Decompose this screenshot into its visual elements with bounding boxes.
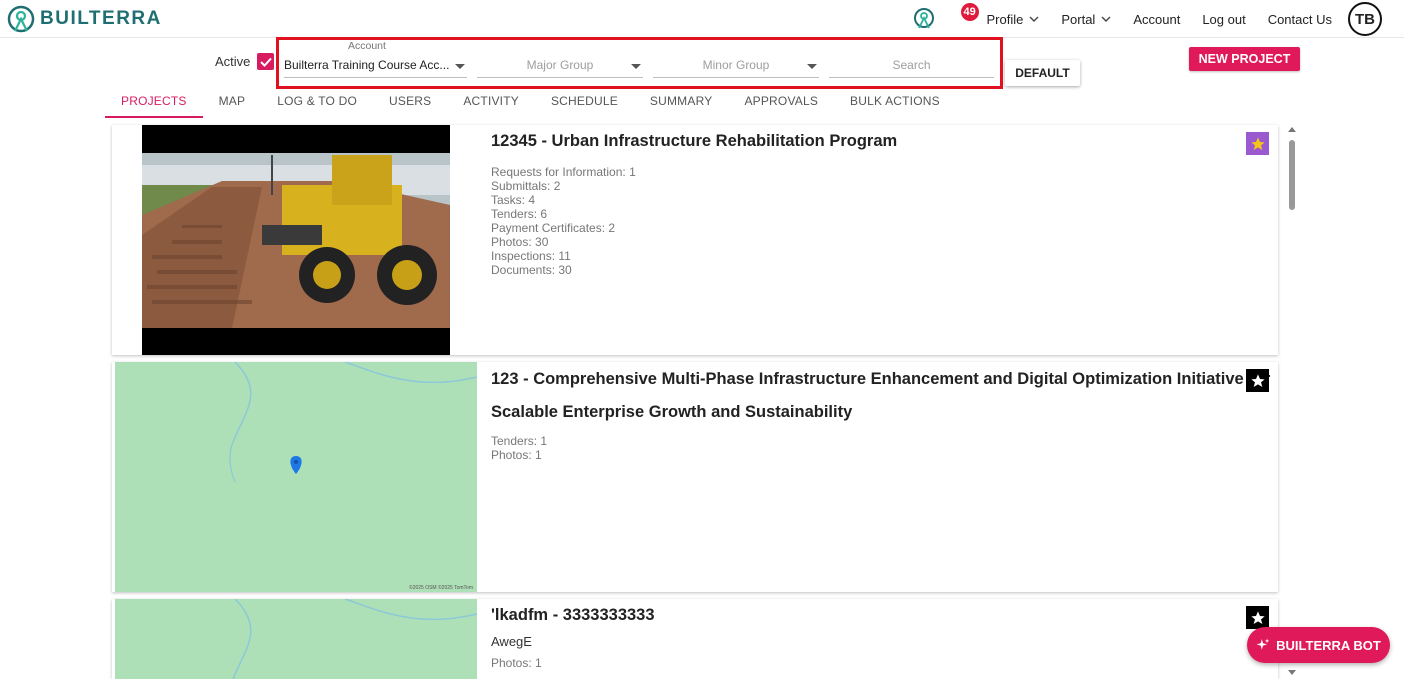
scroll-up-arrow-icon[interactable] [1285,124,1299,134]
project-photo [142,125,450,355]
stat-payment-certificates: Payment Certificates: 2 [491,221,636,235]
favorite-star-button[interactable] [1246,369,1269,392]
brand-name: BUILTERRA [40,8,162,30]
new-project-button[interactable]: NEW PROJECT [1189,47,1300,71]
project-stats: Photos: 1 [491,656,542,670]
star-icon [1250,610,1266,626]
project-card[interactable]: ©2025 OSM ©2025 TomTom 123 - Comprehensi… [112,362,1278,592]
logout-link[interactable]: Log out [1202,12,1245,27]
tab-bulk-actions[interactable]: BULK ACTIONS [834,92,956,118]
projects-scrollbar[interactable] [1285,124,1299,678]
portal-menu[interactable]: Portal [1061,12,1111,27]
tab-map[interactable]: MAP [203,92,262,118]
chevron-down-icon [1101,16,1111,22]
dropdown-caret-icon [807,64,817,69]
stat-inspections: Inspections: 11 [491,249,636,263]
check-icon [260,57,272,67]
builterra-logo[interactable]: BUILTERRA [6,4,162,34]
star-icon [1250,373,1266,389]
profile-label: Profile [987,12,1024,27]
project-stats: Requests for Information: 1 Submittals: … [491,165,636,277]
tab-approvals[interactable]: APPROVALS [728,92,834,118]
project-map: ©2025 OSM ©2025 TomTom [115,362,477,592]
tab-projects[interactable]: PROJECTS [105,92,203,118]
user-avatar[interactable]: TB [1348,2,1382,36]
project-title[interactable]: 'lkadfm - 3333333333 [491,599,655,632]
account-select[interactable]: Builterra Training Course Acc... [284,54,467,78]
bot-button-label: BUILTERRA BOT [1276,638,1381,653]
active-checkbox[interactable] [257,53,274,70]
star-icon [1250,136,1266,152]
active-filter-label: Active [215,54,250,69]
account-link[interactable]: Account [1133,12,1180,27]
tab-log-todo[interactable]: LOG & TO DO [261,92,373,118]
stat-tenders: Tenders: 6 [491,207,636,221]
top-navbar: BUILTERRA 49 Profile Portal Account Log … [0,0,1404,38]
project-card[interactable]: 12345 - Urban Infrastructure Rehabilitat… [112,125,1278,355]
tab-users[interactable]: USERS [373,92,447,118]
favorite-star-button[interactable] [1246,606,1269,629]
stat-rfi: Requests for Information: 1 [491,165,636,179]
stat-photos: Photos: 1 [491,448,547,462]
project-stats: Tenders: 1 Photos: 1 [491,434,547,462]
tab-summary[interactable]: SUMMARY [634,92,729,118]
scrollbar-thumb[interactable] [1289,140,1295,210]
sparkle-icon [1256,638,1270,652]
dropdown-caret-icon [631,64,641,69]
dropdown-caret-icon [455,64,465,69]
project-map [115,599,477,679]
minor-group-placeholder: Minor Group [653,58,819,72]
main-tabs: PROJECTS MAP LOG & TO DO USERS ACTIVITY … [105,92,956,118]
builterra-bot-button[interactable]: BUILTERRA BOT [1247,627,1390,663]
project-title-line2: Scalable Enterprise Growth and Sustainab… [491,396,1270,429]
stat-tasks: Tasks: 4 [491,193,636,207]
notification-badge: 49 [961,3,979,21]
project-title-line1: 123 - Comprehensive Multi-Phase Infrastr… [491,363,1270,396]
tab-schedule[interactable]: SCHEDULE [535,92,634,118]
stat-tenders: Tenders: 1 [491,434,547,448]
major-group-placeholder: Major Group [477,58,643,72]
project-card[interactable]: 'lkadfm - 3333333333 AwegE Photos: 1 [112,599,1278,679]
search-placeholder: Search [829,58,994,72]
contact-us-link[interactable]: Contact Us [1268,12,1332,27]
account-select-value: Builterra Training Course Acc... [284,58,449,72]
stat-photos: Photos: 1 [491,656,542,670]
minor-group-select[interactable]: Minor Group [653,54,819,78]
project-title[interactable]: 123 - Comprehensive Multi-Phase Infrastr… [491,363,1270,429]
project-title[interactable]: 12345 - Urban Infrastructure Rehabilitat… [491,125,897,158]
stat-documents: Documents: 30 [491,263,636,277]
stat-submittals: Submittals: 2 [491,179,636,193]
top-nav-links: 49 Profile Portal Account Log out Contac… [913,0,1404,38]
stat-photos: Photos: 30 [491,235,636,249]
scroll-down-arrow-icon[interactable] [1285,668,1299,678]
builterra-app-icon[interactable] [913,7,935,31]
tab-activity[interactable]: ACTIVITY [447,92,535,118]
account-field-label: Account [348,40,386,52]
favorite-star-button[interactable] [1246,132,1269,155]
map-attribution: ©2025 OSM ©2025 TomTom [409,585,473,591]
default-button[interactable]: DEFAULT [1005,60,1080,86]
portal-label: Portal [1061,12,1095,27]
builterra-logo-icon [6,4,36,34]
search-input[interactable]: Search [829,54,994,78]
profile-menu[interactable]: 49 Profile [961,12,1040,27]
chevron-down-icon [1029,16,1039,22]
project-subtitle: AwegE [491,634,532,649]
major-group-select[interactable]: Major Group [477,54,643,78]
